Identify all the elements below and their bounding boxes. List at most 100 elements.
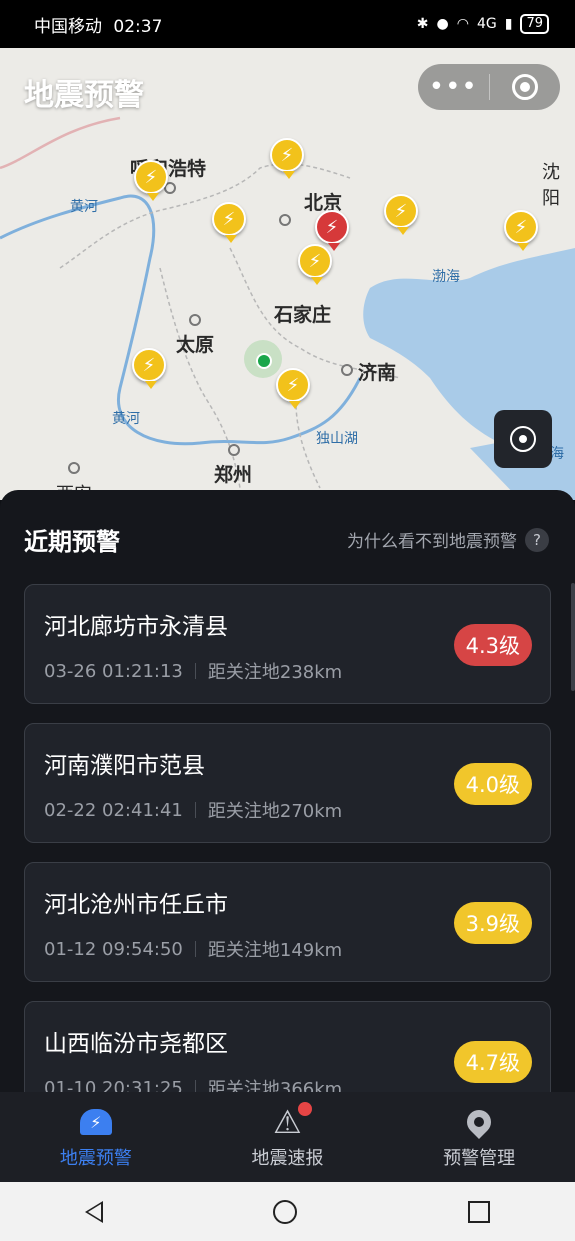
alert-place: 河北沧州市任丘市 — [44, 892, 228, 918]
system-nav-bar — [0, 1182, 575, 1241]
recents-button[interactable] — [467, 1200, 490, 1223]
alert-meta: 01-10 20:31:25 距关注地366km — [44, 1075, 342, 1092]
page-title: 地震预警 — [24, 78, 144, 113]
city-marker — [228, 444, 240, 456]
city-marker — [189, 314, 201, 326]
help-text: 为什么看不到地震预警 — [347, 532, 517, 552]
map-label-bohai: 渤海 — [432, 269, 460, 285]
magnitude-badge: 4.3级 — [453, 624, 532, 666]
signal-icon: ▮ — [504, 16, 513, 32]
alert-place: 山西临汾市尧都区 — [44, 1031, 228, 1057]
quake-marker[interactable]: ⚡ — [132, 348, 166, 389]
alert-meta: 02-22 02:41:41 距关注地270km — [44, 797, 342, 823]
map-label-shijiazhuang: 石家庄 — [274, 304, 332, 326]
meta-divider — [194, 663, 196, 679]
lightning-icon: ⚡ — [144, 166, 158, 188]
meta-divider — [194, 1080, 196, 1092]
my-location-dot — [256, 353, 272, 369]
map-label-zhengzhou: 郑州 — [214, 464, 253, 486]
crosshair-icon — [510, 426, 536, 452]
quake-marker[interactable]: ⚡ — [384, 194, 418, 235]
quake-marker[interactable]: ⚡ — [270, 138, 304, 179]
tab-earthquake-warning[interactable]: ⚡ 地震预警 — [0, 1092, 192, 1182]
quake-marker-latest[interactable]: ⚡ — [315, 210, 349, 251]
lightning-icon: ⚡ — [308, 250, 322, 272]
quake-marker[interactable]: ⚡ — [504, 210, 538, 251]
alert-card[interactable]: 河南濮阳市范县 02-22 02:41:41 距关注地270km 4.0级 — [24, 723, 551, 843]
alert-card[interactable]: 河北廊坊市永清县 03-26 01:21:13 距关注地238km 4.3级 — [24, 584, 551, 704]
more-button[interactable]: ••• — [418, 64, 489, 110]
map-label-dushan-lake: 独山湖 — [316, 431, 358, 447]
tab-label: 预警管理 — [443, 1148, 516, 1169]
alert-card[interactable]: 河北沧州市任丘市 01-12 09:54:50 距关注地149km 3.9级 — [24, 862, 551, 982]
map-label-huanghe-north: 黄河 — [70, 199, 98, 215]
lightning-icon: ⚡ — [514, 216, 528, 238]
alert-distance: 距关注地366km — [207, 1079, 343, 1092]
lightning-icon: ⚡ — [222, 208, 236, 230]
wifi-icon: ◠ — [456, 16, 469, 32]
help-link[interactable]: 为什么看不到地震预警 ? — [347, 527, 549, 552]
alert-place: 河南濮阳市范县 — [44, 753, 205, 779]
scrollbar[interactable] — [571, 583, 575, 691]
city-marker — [341, 364, 353, 376]
tab-earthquake-report[interactable]: ⚠ 地震速报 — [192, 1092, 384, 1182]
lightning-icon: ⚡ — [280, 144, 294, 166]
tab-alert-management[interactable]: 预警管理 — [383, 1092, 575, 1182]
alert-place: 河北廊坊市永清县 — [44, 614, 228, 640]
alert-distance: 距关注地238km — [207, 662, 343, 683]
locate-me-button[interactable] — [494, 410, 552, 468]
alert-distance: 距关注地149km — [207, 940, 343, 961]
meta-divider — [194, 941, 196, 957]
quake-marker[interactable]: ⚡ — [134, 160, 168, 201]
magnitude-badge: 4.7级 — [453, 1041, 532, 1083]
map-label-huanghe-south: 黄河 — [112, 411, 140, 427]
city-marker — [68, 462, 80, 474]
question-icon: ? — [525, 527, 549, 552]
network-type: 4G — [476, 16, 497, 32]
clock: 02:37 — [113, 16, 163, 37]
alert-distance: 距关注地270km — [207, 801, 343, 822]
bottom-tab-bar: ⚡ 地震预警 ⚠ 地震速报 预警管理 — [0, 1092, 575, 1182]
location-icon: ● — [436, 16, 449, 32]
map-background — [0, 116, 575, 500]
lightning-icon: ⚡ — [142, 354, 156, 376]
alert-card[interactable]: 山西临汾市尧都区 01-10 20:31:25 距关注地366km 4.7级 — [24, 1001, 551, 1092]
panel-header: 近期预警 为什么看不到地震预警 ? — [24, 522, 549, 557]
alert-list[interactable]: 河北廊坊市永清县 03-26 01:21:13 距关注地238km 4.3级 河… — [24, 584, 551, 1092]
quake-marker[interactable]: ⚡ — [276, 368, 310, 409]
mini-program-capsule: ••• — [418, 64, 560, 110]
alert-meta: 01-12 09:54:50 距关注地149km — [44, 936, 342, 962]
lightning-icon: ⚡ — [325, 216, 339, 238]
location-pin-icon — [461, 1104, 497, 1140]
map-label-shenyang: 沈阳 — [542, 162, 560, 209]
magnitude-badge: 3.9级 — [453, 902, 532, 944]
alert-meta: 03-26 01:21:13 距关注地238km — [44, 658, 342, 684]
meta-divider — [194, 802, 196, 818]
status-bar: 中国移动 02:37 ✱ ● ◠ 4G ▮ 79 — [0, 0, 575, 48]
panel-title: 近期预警 — [24, 528, 120, 556]
more-dots-icon: ••• — [428, 72, 478, 102]
status-left: 中国移动 02:37 — [34, 12, 168, 37]
warning-icon: ⚠ — [270, 1102, 312, 1140]
back-button[interactable] — [85, 1200, 104, 1223]
alert-time: 02-22 02:41:41 — [44, 799, 183, 821]
map-view[interactable]: 呼和浩特 北京 沈阳 渤海 黄河 石家庄 太原 济南 黄河 独山湖 郑州 西安 … — [0, 48, 575, 500]
quake-marker[interactable]: ⚡ — [212, 202, 246, 243]
tab-label: 地震速报 — [251, 1148, 324, 1169]
map-label-jinan: 济南 — [358, 362, 397, 384]
city-marker — [279, 214, 291, 226]
notification-dot — [297, 1102, 312, 1116]
map-label-taiyuan: 太原 — [176, 334, 215, 356]
recent-alerts-panel: 近期预警 为什么看不到地震预警 ? 河北廊坊市永清县 03-26 01:21:1… — [0, 490, 575, 1092]
quake-marker[interactable]: ⚡ — [298, 244, 332, 285]
home-button[interactable] — [273, 1199, 298, 1224]
alert-time: 01-12 09:54:50 — [44, 938, 183, 960]
lightning-icon: ⚡ — [286, 374, 300, 396]
lightning-icon: ⚡ — [394, 200, 408, 222]
battery-level: 79 — [520, 14, 549, 34]
carrier: 中国移动 — [34, 16, 102, 37]
magnitude-badge: 4.0级 — [453, 763, 532, 805]
siren-icon: ⚡ — [78, 1104, 114, 1140]
tab-label: 地震预警 — [59, 1148, 132, 1169]
close-mini-program-button[interactable] — [490, 64, 561, 110]
